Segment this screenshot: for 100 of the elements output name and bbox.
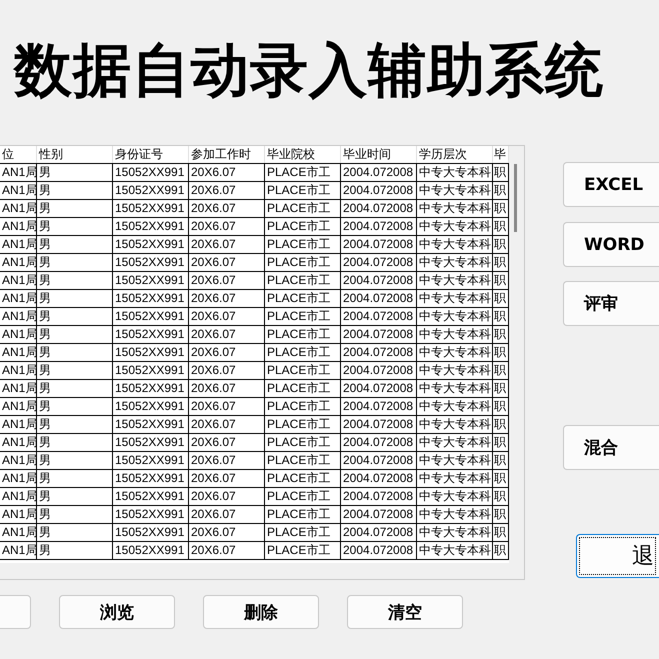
table-cell: 中专大专本科 (417, 380, 493, 397)
side-button[interactable]: 混合 (563, 425, 659, 470)
table-cell: 15052XX991 (113, 488, 189, 505)
table-cell: 中专大专本科 (417, 200, 493, 217)
side-button[interactable]: 退 (576, 534, 659, 578)
table-cell: 20X6.07 (189, 290, 265, 307)
table-cell: 2004.072008 (341, 542, 417, 559)
action-button[interactable]: 删除 (203, 595, 319, 629)
table-cell: PLACE市工 (265, 236, 341, 253)
table-cell: 2004.072008 (341, 326, 417, 343)
table-cell: 2004.072008 (341, 434, 417, 451)
table-cell: AN1局 (0, 434, 37, 451)
table-cell: 2004.072008 (341, 506, 417, 523)
table-cell: PLACE市工 (265, 182, 341, 199)
table-cell: 2004.072008 (341, 290, 417, 307)
table-cell: AN1局 (0, 416, 37, 433)
table-cell: 男 (37, 326, 113, 343)
table-cell: 男 (37, 470, 113, 487)
table-cell: 2004.072008 (341, 398, 417, 415)
column-header[interactable]: 位 (0, 146, 37, 163)
table-cell: 20X6.07 (189, 506, 265, 523)
side-button[interactable]: EXCEL (563, 162, 659, 207)
table-cell: 男 (37, 344, 113, 361)
table-cell: 中专大专本科 (417, 362, 493, 379)
table-cell: PLACE市工 (265, 470, 341, 487)
table-cell: AN1局 (0, 290, 37, 307)
table-cell: 中专大专本科 (417, 290, 493, 307)
table-cell: AN1局 (0, 344, 37, 361)
table-cell: 男 (37, 200, 113, 217)
scrollbar-thumb[interactable] (514, 164, 517, 232)
table-cell: 15052XX991 (113, 326, 189, 343)
column-header[interactable]: 毕业时间 (341, 146, 417, 163)
table-cell: 20X6.07 (189, 272, 265, 289)
table-cell: 中专大专本科 (417, 434, 493, 451)
column-header[interactable]: 参加工作时 (189, 146, 265, 163)
table-cell: PLACE市工 (265, 398, 341, 415)
table-cell: PLACE市工 (265, 434, 341, 451)
table-cell: AN1局 (0, 488, 37, 505)
table-cell: PLACE市工 (265, 380, 341, 397)
column-header[interactable]: 学历层次 (417, 146, 493, 163)
table-cell: 2004.072008 (341, 362, 417, 379)
table-cell: AN1局 (0, 524, 37, 541)
table-cell: PLACE市工 (265, 254, 341, 271)
table-cell: 15052XX991 (113, 182, 189, 199)
table-cell: 20X6.07 (189, 398, 265, 415)
table-cell: 男 (37, 380, 113, 397)
table-cell: 中专大专本科 (417, 470, 493, 487)
table-cell: PLACE市工 (265, 524, 341, 541)
table-cell: 20X6.07 (189, 344, 265, 361)
table-cell: 20X6.07 (189, 326, 265, 343)
action-button[interactable]: 浏览 (59, 595, 175, 629)
table-cell: 20X6.07 (189, 380, 265, 397)
table-cell: 男 (37, 362, 113, 379)
table-cell: AN1局 (0, 164, 37, 181)
table-cell: 15052XX991 (113, 272, 189, 289)
table-cell: 20X6.07 (189, 542, 265, 559)
table-cell: 15052XX991 (113, 236, 189, 253)
table-cell: PLACE市工 (265, 362, 341, 379)
table-cell: AN1局 (0, 200, 37, 217)
column-header[interactable]: 毕业院校 (265, 146, 341, 163)
table-cell: 男 (37, 434, 113, 451)
table-cell: 男 (37, 506, 113, 523)
table-cell: 20X6.07 (189, 470, 265, 487)
table-cell: AN1局 (0, 218, 37, 235)
table-cell: 男 (37, 254, 113, 271)
table-cell: PLACE市工 (265, 272, 341, 289)
table-cell: PLACE市工 (265, 416, 341, 433)
table-cell: 20X6.07 (189, 254, 265, 271)
side-button[interactable]: WORD (563, 222, 659, 267)
table-cell: 2004.072008 (341, 182, 417, 199)
table-cell: AN1局 (0, 380, 37, 397)
table-cell: 20X6.07 (189, 488, 265, 505)
table-cell: 男 (37, 542, 113, 559)
table-cell: 男 (37, 164, 113, 181)
table-cell: 中专大专本科 (417, 416, 493, 433)
table-cell: 中专大专本科 (417, 254, 493, 271)
table-cell: AN1局 (0, 272, 37, 289)
table-cell: 中专大专本科 (417, 452, 493, 469)
side-button[interactable]: 评审 (563, 281, 659, 326)
table-cell: AN1局 (0, 506, 37, 523)
column-header[interactable]: 性别 (37, 146, 113, 163)
table-cell: PLACE市工 (265, 290, 341, 307)
table-cell: 男 (37, 218, 113, 235)
table-cell: 中专大专本科 (417, 506, 493, 523)
table-cell: PLACE市工 (265, 308, 341, 325)
table-cell: 15052XX991 (113, 344, 189, 361)
table-cell: 中专大专本科 (417, 182, 493, 199)
table-cell: PLACE市工 (265, 452, 341, 469)
table-cell: 2004.072008 (341, 236, 417, 253)
table-cell: PLACE市工 (265, 488, 341, 505)
table-cell: PLACE市工 (265, 200, 341, 217)
table-cell: 20X6.07 (189, 362, 265, 379)
column-header[interactable]: 身份证号 (113, 146, 189, 163)
table-cell: 15052XX991 (113, 218, 189, 235)
table-cell: 中专大专本科 (417, 272, 493, 289)
action-button[interactable]: 清空 (347, 595, 463, 629)
table-cell: 15052XX991 (113, 434, 189, 451)
table-cell: 15052XX991 (113, 470, 189, 487)
table-cell: 男 (37, 308, 113, 325)
table-cell: 20X6.07 (189, 434, 265, 451)
